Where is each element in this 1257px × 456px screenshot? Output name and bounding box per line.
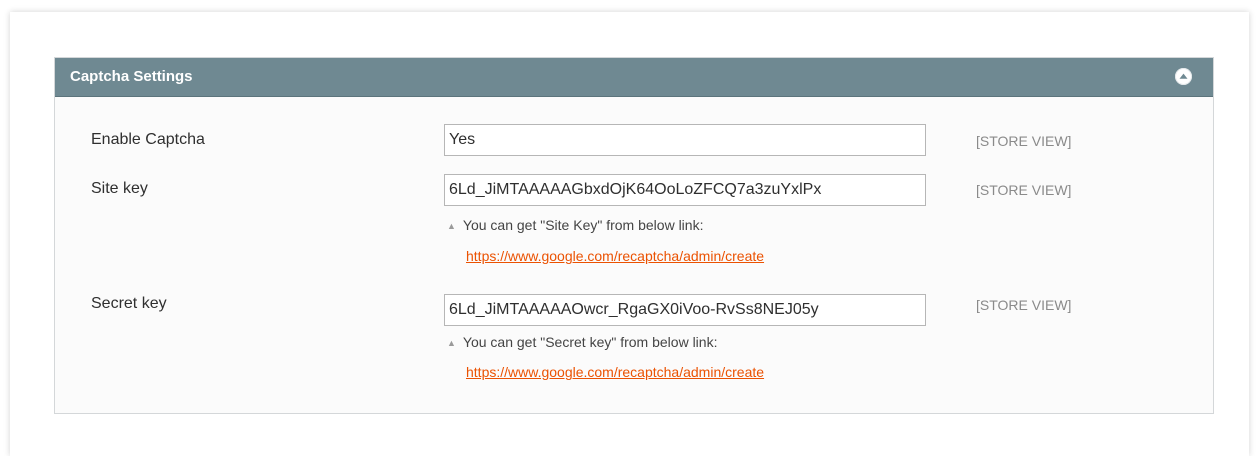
secret-key-link[interactable]: https://www.google.com/recaptcha/admin/c… bbox=[466, 364, 764, 380]
site-key-note-text: You can get "Site Key" from below link: bbox=[462, 217, 704, 233]
triangle-up-icon: ▲ bbox=[447, 338, 456, 348]
triangle-up-icon: ▲ bbox=[447, 221, 456, 231]
captcha-settings-section: Captcha Settings Enable Captcha [STORE V… bbox=[54, 57, 1214, 414]
site-key-label: Site key bbox=[91, 180, 148, 197]
section-title: Captcha Settings bbox=[70, 68, 193, 85]
chevron-up-icon[interactable] bbox=[1175, 68, 1192, 85]
secret-key-note: ▲ You can get "Secret key" from below lin… bbox=[447, 334, 717, 350]
scope-label: [STORE VIEW] bbox=[976, 182, 1072, 198]
secret-key-input[interactable] bbox=[444, 294, 926, 326]
scope-label: [STORE VIEW] bbox=[976, 297, 1072, 313]
site-key-input[interactable] bbox=[444, 174, 926, 206]
scope-label: [STORE VIEW] bbox=[976, 133, 1072, 149]
secret-key-label: Secret key bbox=[91, 295, 167, 312]
secret-key-note-text: You can get "Secret key" from below link… bbox=[462, 334, 718, 350]
enable-captcha-select[interactable] bbox=[444, 124, 926, 156]
site-key-note: ▲ You can get "Site Key" from below link: bbox=[447, 217, 703, 233]
enable-captcha-label: Enable Captcha bbox=[91, 131, 205, 148]
site-key-link[interactable]: https://www.google.com/recaptcha/admin/c… bbox=[466, 248, 764, 264]
section-header[interactable]: Captcha Settings bbox=[55, 58, 1213, 97]
